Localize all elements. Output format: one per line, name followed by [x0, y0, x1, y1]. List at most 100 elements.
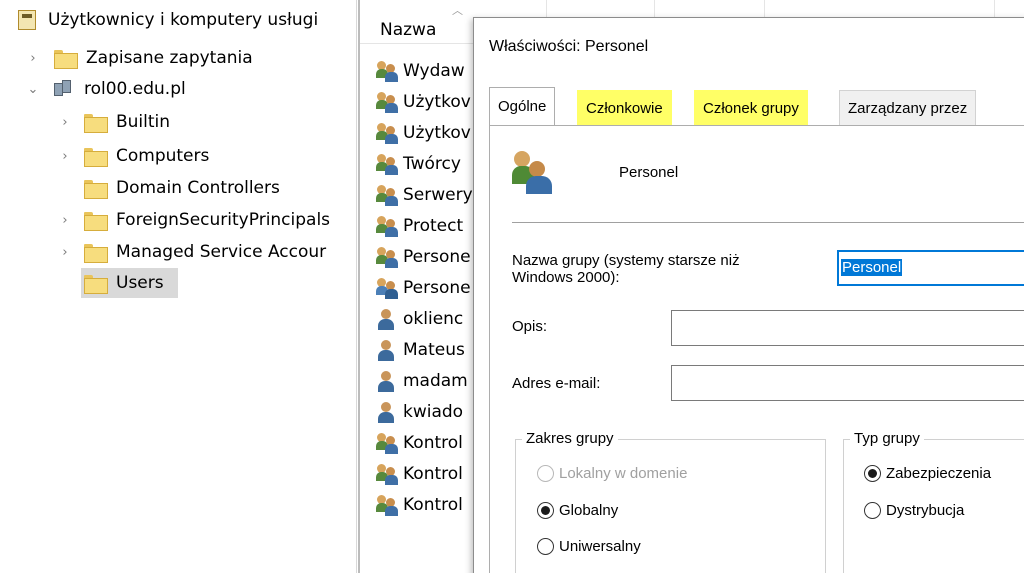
group-icon: [376, 463, 400, 485]
list-item[interactable]: Serwery: [376, 180, 473, 210]
folder-icon: [84, 211, 108, 231]
list-item-label: Kontrol: [403, 495, 463, 515]
tree-item-users[interactable]: Users: [81, 268, 178, 298]
legacy-name-field[interactable]: Personel: [837, 250, 1024, 286]
chevron-right-icon[interactable]: ›: [58, 213, 72, 228]
folder-icon: [84, 243, 108, 263]
user-icon: [376, 339, 400, 361]
list-item[interactable]: kwiado: [376, 397, 463, 427]
domain-icon: [54, 80, 76, 98]
list-item-label: Kontrol: [403, 433, 463, 453]
description-field[interactable]: [671, 310, 1024, 346]
tree-item-label: Computers: [116, 146, 210, 166]
list-item[interactable]: Użytkov: [376, 118, 471, 148]
list-item-label: Wydaw: [403, 61, 465, 81]
radio-label: Dystrybucja: [886, 502, 965, 519]
tree-root-label: Użytkownicy i komputery usługi: [48, 10, 319, 30]
tree-item-label: Zapisane zapytania: [86, 48, 253, 68]
radio-label: Zabezpieczenia: [886, 465, 992, 482]
tree-item-label: Domain Controllers: [116, 178, 280, 198]
list-item[interactable]: madam: [376, 366, 468, 396]
radio-button[interactable]: [537, 538, 554, 555]
chevron-right-icon[interactable]: ›: [26, 51, 40, 66]
list-item-label: Kontrol: [403, 464, 463, 484]
tab-member-of[interactable]: Członek grupy: [694, 90, 808, 125]
group-icon: [376, 184, 400, 206]
list-item[interactable]: Twórcy: [376, 149, 461, 179]
tree-root[interactable]: Użytkownicy i komputery usługi: [18, 5, 318, 35]
list-item[interactable]: Użytkov: [376, 87, 471, 117]
tree-item-domain-controllers[interactable]: Domain Controllers: [84, 173, 280, 203]
group-icon: [376, 122, 400, 144]
type-distribution-radio[interactable]: Dystrybucja: [864, 502, 964, 519]
console-tree-pane: Użytkownicy i komputery usługi › Zapisan…: [0, 0, 357, 573]
user-icon: [376, 401, 400, 423]
list-item-label: Użytkov: [403, 123, 471, 143]
scope-global-radio[interactable]: Globalny: [537, 502, 618, 519]
group-large-icon: [512, 149, 556, 195]
email-field[interactable]: [671, 365, 1024, 401]
list-item-label: madam: [403, 371, 468, 391]
list-item[interactable]: Wydaw: [376, 56, 465, 86]
tab-managed-by[interactable]: Zarządzany przez: [839, 90, 977, 125]
list-item-label: Mateus: [403, 340, 465, 360]
radio-button[interactable]: [537, 465, 554, 482]
dialog-title: Właściwości: Personel: [489, 38, 649, 55]
legacy-name-label-line1: Nazwa grupy (systemy starsze niż: [512, 252, 740, 269]
scope-universal-radio[interactable]: Uniwersalny: [537, 538, 641, 555]
list-item[interactable]: Kontrol: [376, 459, 463, 489]
tree-item-computers[interactable]: › Computers: [58, 141, 209, 171]
tree-item-managed-service-accounts[interactable]: › Managed Service Accour: [58, 237, 326, 267]
chevron-right-icon[interactable]: ›: [58, 245, 72, 260]
radio-button[interactable]: [864, 502, 881, 519]
group-icon: [376, 60, 400, 82]
folder-icon: [84, 113, 108, 133]
tree-item-saved-queries[interactable]: › Zapisane zapytania: [26, 43, 253, 73]
folder-icon: [84, 179, 108, 199]
email-label: Adres e-mail:: [512, 375, 601, 392]
tree-item-label: ForeignSecurityPrincipals: [116, 210, 331, 230]
list-item-label: kwiado: [403, 402, 464, 422]
type-security-radio[interactable]: Zabezpieczenia: [864, 465, 991, 482]
tree-item-label: rol00.edu.pl: [84, 79, 186, 99]
folder-icon: [84, 147, 108, 167]
tree-item-builtin[interactable]: › Builtin: [58, 107, 170, 137]
list-item[interactable]: oklienc: [376, 304, 463, 334]
tab-members[interactable]: Członkowie: [577, 90, 672, 125]
radio-button[interactable]: [537, 502, 554, 519]
group-icon: [376, 494, 400, 516]
tab-general[interactable]: Ogólne: [489, 87, 556, 125]
list-item-label: Twórcy: [403, 154, 461, 174]
group-icon: [376, 215, 400, 237]
tree-item-domain[interactable]: ⌄ rol00.edu.pl: [26, 74, 186, 104]
list-item[interactable]: Protect: [376, 211, 463, 241]
radio-label: Lokalny w domenie: [559, 465, 688, 482]
scope-domain-local-radio[interactable]: Lokalny w domenie: [537, 465, 687, 482]
list-item-label: oklienc: [403, 309, 464, 329]
legacy-name-value: Personel: [841, 259, 903, 276]
sort-indicator-icon: ︿: [452, 4, 463, 17]
description-label: Opis:: [512, 318, 548, 335]
user-icon: [376, 370, 400, 392]
list-item[interactable]: Kontrol: [376, 428, 463, 458]
folder-icon: [54, 49, 78, 69]
list-item-label: Użytkov: [403, 92, 471, 112]
tree-item-label: Managed Service Accour: [116, 242, 327, 262]
radio-button[interactable]: [864, 465, 881, 482]
column-header-name[interactable]: Nazwa: [380, 20, 436, 40]
list-item-selected[interactable]: Persone: [376, 273, 471, 303]
list-item[interactable]: Kontrol: [376, 490, 463, 520]
chevron-right-icon[interactable]: ›: [58, 115, 72, 130]
group-icon: [376, 91, 400, 113]
chevron-right-icon[interactable]: ›: [58, 149, 72, 164]
list-item[interactable]: Persone: [376, 242, 471, 272]
tree-item-foreign-security-principals[interactable]: › ForeignSecurityPrincipals: [58, 205, 330, 235]
group-name-label: Personel: [619, 164, 679, 181]
list-item-label: Protect: [403, 216, 464, 236]
tree-item-label: Builtin: [116, 112, 171, 132]
list-item[interactable]: Mateus: [376, 335, 465, 365]
group-icon: [376, 277, 400, 299]
group-icon: [376, 432, 400, 454]
chevron-down-icon[interactable]: ⌄: [26, 82, 40, 97]
group-type-legend: Typ grupy: [850, 430, 924, 447]
